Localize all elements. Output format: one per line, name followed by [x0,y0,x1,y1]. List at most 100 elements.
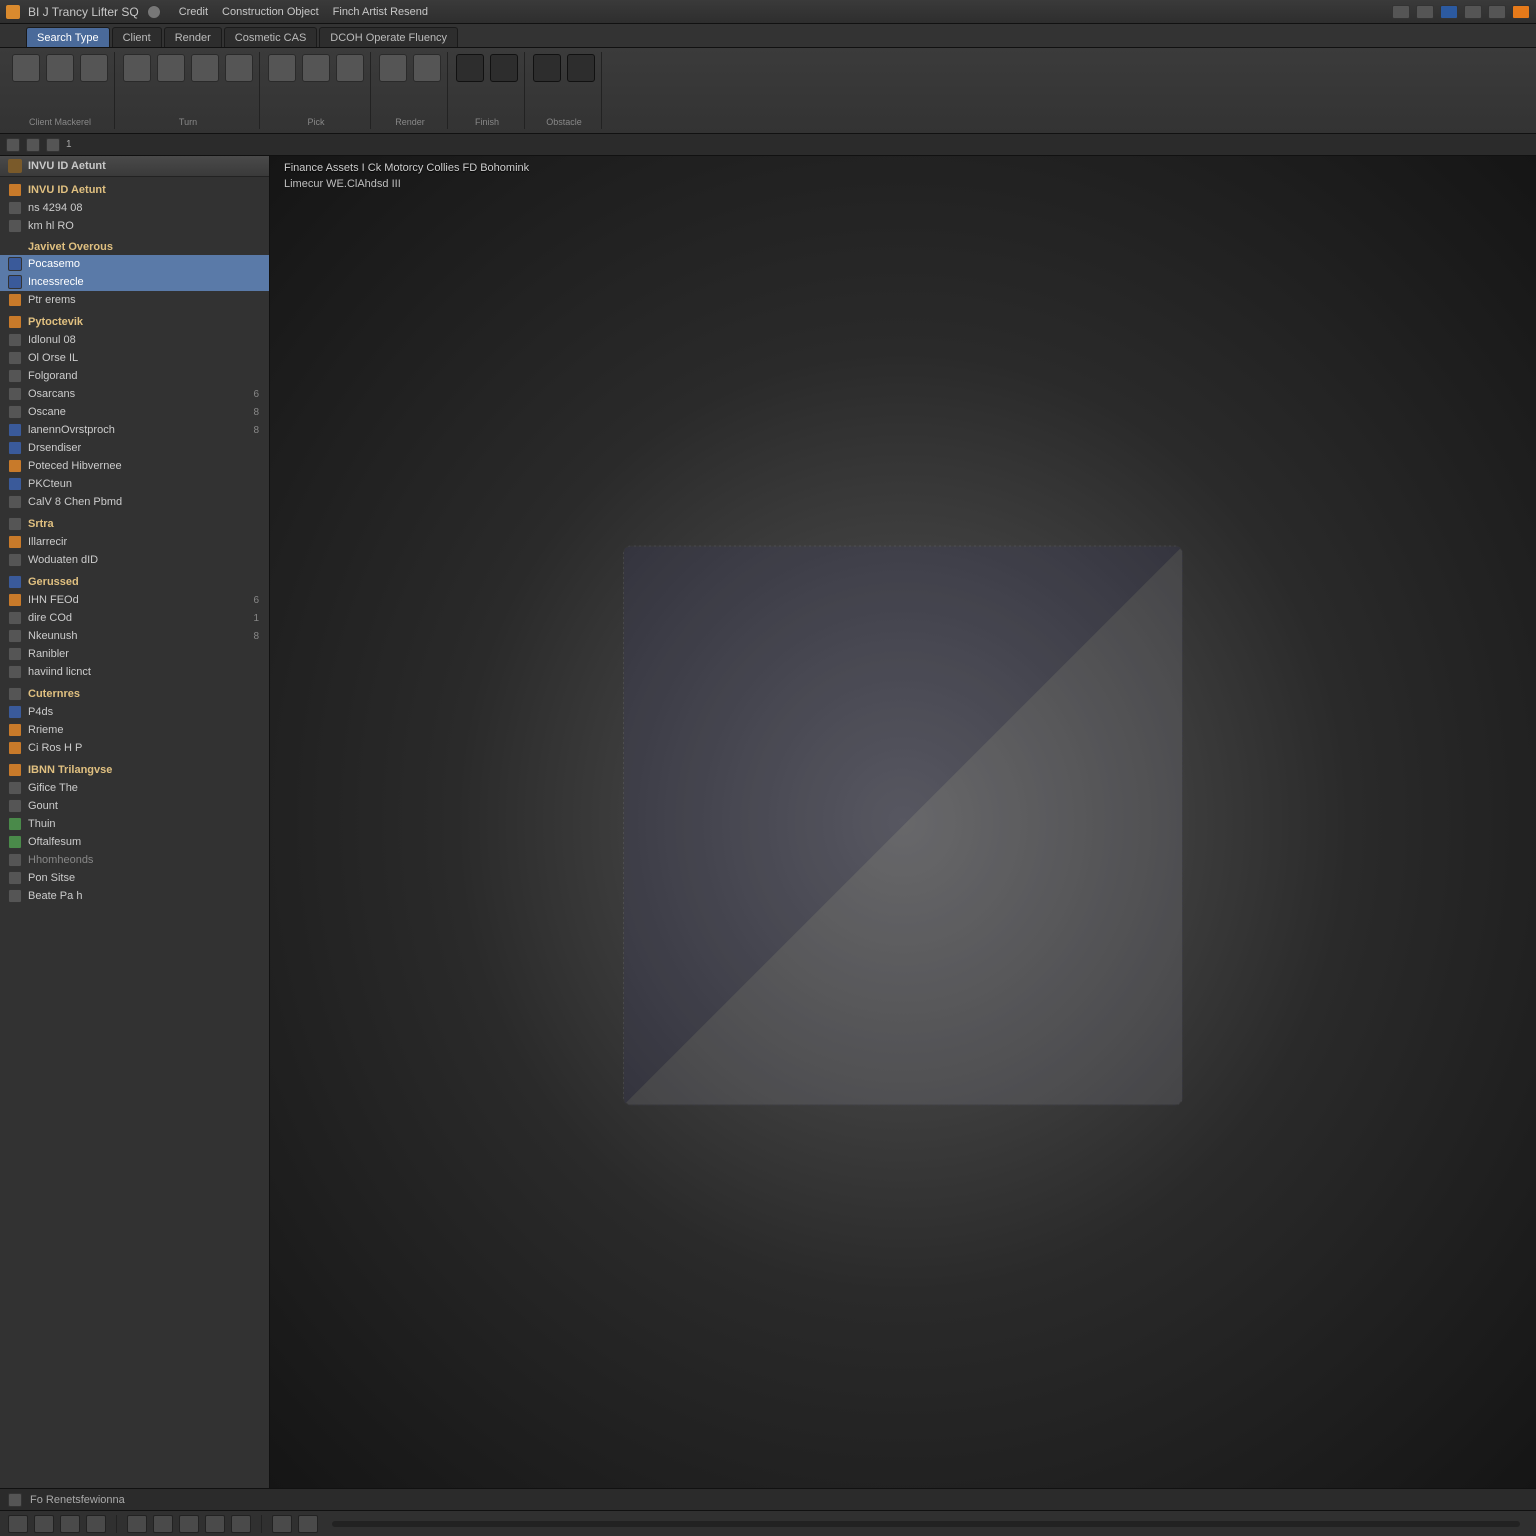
ribbon-button[interactable] [225,54,253,84]
tree-section-header[interactable]: INVU ID Aetunt [0,181,269,199]
tree-section-header[interactable]: Javivet Overous [0,239,269,255]
ribbon-button[interactable] [191,54,219,84]
tree-item[interactable]: CalV 8 Chen Pbmd [0,493,269,511]
tree-item[interactable]: Gount [0,797,269,815]
status-bar: Fo Renetsfewionna [0,1488,1536,1510]
tree-item[interactable]: PKCteun [0,475,269,493]
tree-item[interactable]: Woduaten dID [0,551,269,569]
ribbon-tab[interactable]: Cosmetic CAS [224,27,318,47]
tree-item[interactable]: Folgorand [0,367,269,385]
tree-section-header[interactable]: Pytoctevik [0,313,269,331]
ribbon-button[interactable] [46,54,74,84]
ribbon-button[interactable] [302,54,330,84]
sys-button-highlight[interactable] [1512,5,1530,19]
qa-icon[interactable] [6,138,20,152]
tree-item[interactable]: dire COd1 [0,609,269,627]
menu-item[interactable]: Construction Object [222,6,319,18]
timeline-button[interactable] [127,1515,147,1533]
tree-item-count: 6 [253,389,265,400]
tree-item[interactable]: Rrieme [0,721,269,739]
tree-item[interactable]: Thuin [0,815,269,833]
sys-button[interactable] [1392,5,1410,19]
timeline-button[interactable] [298,1515,318,1533]
ribbon-button[interactable] [80,54,108,84]
ribbon-button[interactable] [268,54,296,84]
tree-item[interactable]: km hl RO [0,217,269,235]
tree-item[interactable]: Pon Sitse [0,869,269,887]
feature-icon [8,441,22,455]
ribbon-button[interactable] [456,54,484,84]
tree-item[interactable]: IHN FEOd6 [0,591,269,609]
timeline-button[interactable] [179,1515,199,1533]
sys-button[interactable] [1488,5,1506,19]
tree-item[interactable]: Ci Ros H P [0,739,269,757]
ribbon-tab[interactable]: DCOH Operate Fluency [319,27,458,47]
ribbon-button[interactable] [567,54,595,84]
tree-item[interactable]: haviind licnct [0,663,269,681]
tree-item[interactable]: Incessrecle [0,273,269,291]
timeline-button[interactable] [8,1515,28,1533]
tree-section-header[interactable]: Gerussed [0,573,269,591]
ribbon-group-label: Render [379,117,441,127]
ribbon-button[interactable] [12,54,40,84]
timeline-button[interactable] [231,1515,251,1533]
tree-item[interactable]: Idlonul 08 [0,331,269,349]
timeline-button[interactable] [205,1515,225,1533]
tree-section-header[interactable]: IBNN Trilangvse [0,761,269,779]
tree-item[interactable]: Osarcans6 [0,385,269,403]
ribbon-button[interactable] [157,54,185,84]
tree-item[interactable]: Ranibler [0,645,269,663]
tree-item[interactable]: Beate Pa h [0,887,269,905]
ribbon-button[interactable] [490,54,518,84]
tree-item[interactable]: Pocasemo [0,255,269,273]
tree-item[interactable]: Oscane8 [0,403,269,421]
sys-button[interactable] [1464,5,1482,19]
timeline-button[interactable] [60,1515,80,1533]
tree-item[interactable]: Drsendiser [0,439,269,457]
timeline-track[interactable] [332,1521,1520,1527]
tree-item-label: Cuternres [28,688,80,700]
qa-icon[interactable] [26,138,40,152]
tree-item[interactable]: ns 4294 08 [0,199,269,217]
tree-item[interactable]: Nkeunush8 [0,627,269,645]
timeline-play-button[interactable] [272,1515,292,1533]
tree-item[interactable]: lanennOvrstproch8 [0,421,269,439]
tree-item[interactable]: Ptr erems [0,291,269,309]
feature-tree-panel[interactable]: INVU ID Aetunt INVU ID Aetuntns 4294 08k… [0,156,270,1488]
timeline-button[interactable] [86,1515,106,1533]
ribbon-button[interactable] [379,54,407,84]
timeline-button[interactable] [153,1515,173,1533]
tree-item-label: Oftalfesum [28,836,81,848]
ribbon-button[interactable] [123,54,151,84]
tree-item[interactable]: Oftalfesum [0,833,269,851]
ribbon-tab[interactable]: Render [164,27,222,47]
sys-button[interactable] [1416,5,1434,19]
timeline-button[interactable] [34,1515,54,1533]
sys-button[interactable] [1440,5,1458,19]
tree-item[interactable]: P4ds [0,703,269,721]
menu-item[interactable]: Credit [179,6,208,18]
panel-header[interactable]: INVU ID Aetunt [0,156,269,177]
tree-item[interactable]: Hhomheonds [0,851,269,869]
tree-item[interactable]: Gifice The [0,779,269,797]
ribbon-tab-label: DCOH Operate Fluency [330,32,447,44]
menu-item[interactable]: Finch Artist Resend [333,6,428,18]
ribbon-button[interactable] [336,54,364,84]
tree-section-header[interactable]: Srtra [0,515,269,533]
ribbon-button[interactable] [533,54,561,84]
3d-viewport[interactable]: Finance Assets I Ck Motorcy Collies FD B… [270,156,1536,1488]
tree-item[interactable]: Ol Orse IL [0,349,269,367]
tree-item[interactable]: Illarrecir [0,533,269,551]
cube-icon [8,159,22,173]
qa-icon[interactable] [46,138,60,152]
ribbon-button[interactable] [413,54,441,84]
ribbon-tab[interactable]: Client [112,27,162,47]
tree-item-label: Drsendiser [28,442,81,454]
tree-item[interactable]: Poteced Hibvernee [0,457,269,475]
tree-item-label: Pocasemo [28,258,80,270]
tree-section-header[interactable]: Cuternres [0,685,269,703]
help-icon[interactable] [147,5,161,19]
ribbon-tab[interactable]: Search Type [26,27,110,47]
tool-icon [490,54,518,82]
status-icon[interactable] [8,1493,22,1507]
